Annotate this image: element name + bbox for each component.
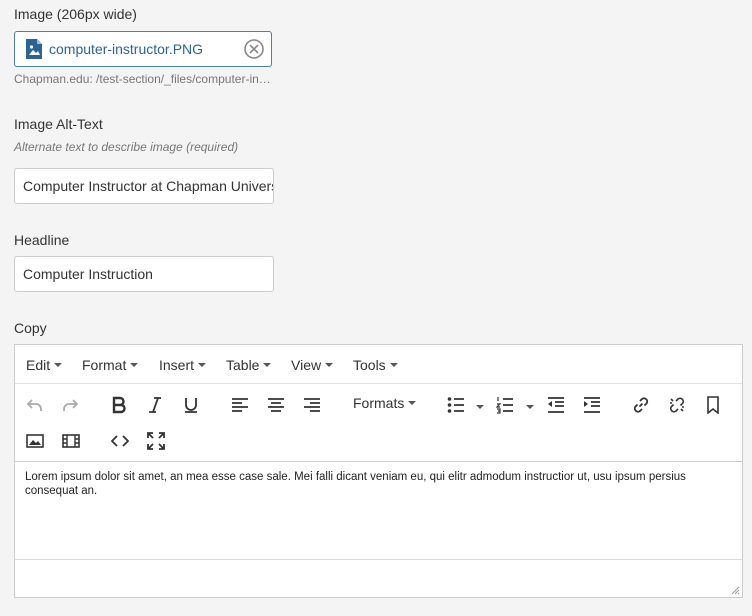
- fullscreen-button[interactable]: [144, 429, 168, 453]
- caret-down-icon: [198, 363, 207, 367]
- menu-table[interactable]: Table: [226, 357, 272, 373]
- bullet-list-icon: [447, 397, 464, 413]
- code-icon: [111, 435, 129, 447]
- insert-link-button[interactable]: [629, 393, 653, 417]
- image-file-icon: [26, 39, 42, 59]
- align-center-icon: [268, 398, 284, 412]
- editor-content[interactable]: Lorem ipsum dolor sit amet, an mea esse …: [25, 470, 732, 498]
- outdent-icon: [548, 397, 564, 413]
- bookmark-icon: [707, 396, 719, 414]
- caret-down-icon: [408, 401, 417, 405]
- caret-down-icon: [389, 363, 398, 367]
- source-code-button[interactable]: [108, 429, 132, 453]
- bold-icon: [112, 396, 126, 414]
- remove-link-button[interactable]: [665, 393, 689, 417]
- menu-edit[interactable]: Edit: [26, 357, 63, 373]
- numbered-list-icon: [496, 397, 513, 414]
- outdent-button[interactable]: [544, 393, 568, 417]
- italic-button[interactable]: [143, 393, 167, 417]
- menu-tools[interactable]: Tools: [353, 357, 398, 373]
- editor-menubar: Edit Format Insert Table View Tools: [15, 345, 742, 384]
- redo-icon: [63, 399, 79, 411]
- bullet-list-caret-icon[interactable]: [476, 405, 484, 409]
- image-path: Chapman.edu: /test-section/_files/comput…: [14, 72, 274, 86]
- undo-button[interactable]: [23, 393, 47, 417]
- align-right-icon: [304, 398, 320, 412]
- copy-label: Copy: [14, 320, 47, 336]
- numbered-list-caret-icon[interactable]: [526, 405, 534, 409]
- insert-media-button[interactable]: [59, 429, 83, 453]
- unlink-icon: [670, 397, 684, 413]
- italic-icon: [149, 397, 161, 413]
- image-file-chip[interactable]: computer-instructor.PNG: [14, 31, 272, 67]
- align-left-button[interactable]: [228, 393, 252, 417]
- undo-icon: [26, 399, 42, 411]
- indent-icon: [584, 397, 600, 413]
- caret-down-icon: [54, 363, 63, 367]
- rich-text-editor: Edit Format Insert Table View Tools Form…: [14, 344, 743, 598]
- caret-down-icon: [325, 363, 334, 367]
- headline-label: Headline: [14, 232, 70, 248]
- formats-dropdown[interactable]: Formats: [353, 395, 417, 411]
- underline-button[interactable]: [179, 393, 203, 417]
- align-left-icon: [232, 398, 248, 412]
- image-icon: [26, 434, 44, 448]
- numbered-list-button[interactable]: [493, 393, 517, 417]
- menu-insert[interactable]: Insert: [159, 357, 207, 373]
- anchor-button[interactable]: [701, 393, 725, 417]
- insert-image-button[interactable]: [23, 429, 47, 453]
- align-right-button[interactable]: [300, 393, 324, 417]
- link-icon: [633, 397, 649, 413]
- image-field-label: Image (206px wide): [14, 6, 137, 22]
- caret-down-icon: [130, 363, 139, 367]
- clear-icon[interactable]: [243, 38, 265, 60]
- alt-text-label: Image Alt-Text: [14, 116, 103, 132]
- headline-input[interactable]: Computer Instruction: [14, 256, 274, 292]
- caret-down-icon: [263, 363, 272, 367]
- editor-toolbar: Formats: [15, 383, 742, 462]
- alt-text-hint: Alternate text to describe image (requir…: [14, 140, 239, 154]
- alt-text-input[interactable]: Computer Instructor at Chapman Universit…: [14, 168, 274, 204]
- indent-button[interactable]: [580, 393, 604, 417]
- resize-handle-icon[interactable]: [730, 585, 740, 595]
- redo-button[interactable]: [58, 393, 82, 417]
- menu-view[interactable]: View: [291, 357, 334, 373]
- underline-icon: [185, 398, 197, 413]
- menu-format[interactable]: Format: [82, 357, 139, 373]
- video-icon: [62, 434, 80, 448]
- editor-statusbar: [15, 559, 742, 597]
- bullet-list-button[interactable]: [444, 393, 468, 417]
- bold-button[interactable]: [107, 393, 131, 417]
- image-filename[interactable]: computer-instructor.PNG: [49, 41, 243, 57]
- align-center-button[interactable]: [264, 393, 288, 417]
- fullscreen-icon: [147, 432, 165, 450]
